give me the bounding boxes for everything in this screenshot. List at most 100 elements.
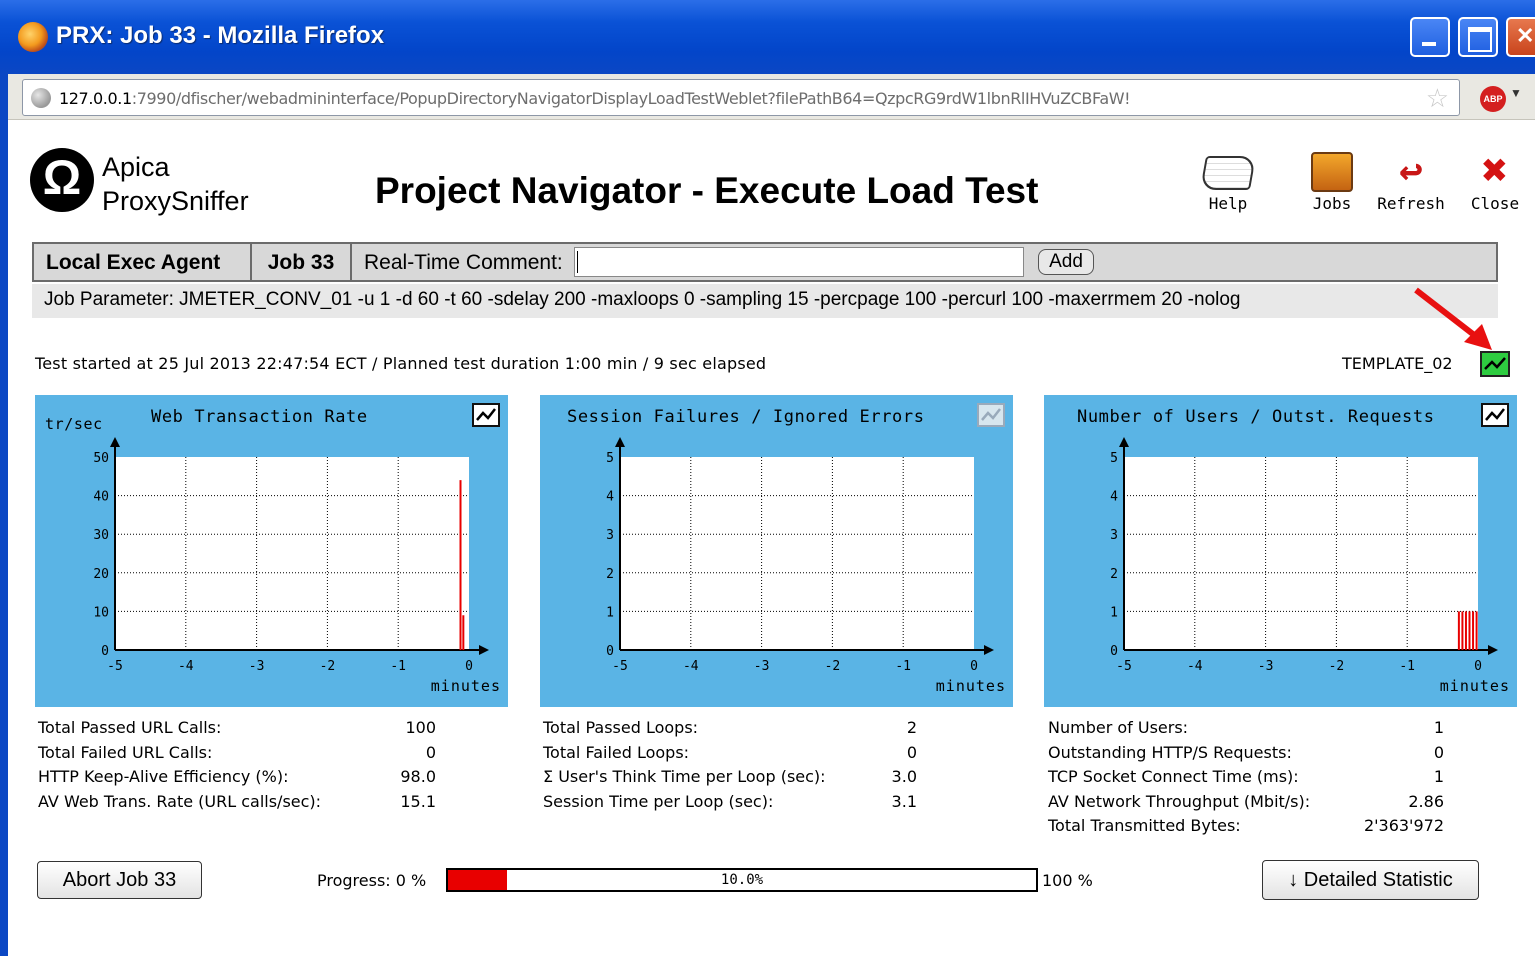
x-tick-label: -3	[1258, 659, 1274, 674]
stat-label: Number of Users:	[1048, 718, 1189, 737]
annotation-arrow	[1414, 287, 1492, 350]
title-bar: PRX: Job 33 - Mozilla Firefox	[0, 0, 1535, 74]
stat-value: 1	[1433, 718, 1444, 737]
job-label: Job 33	[252, 244, 352, 280]
y-tick-label: 3	[1110, 528, 1118, 543]
stat-label: AV Web Trans. Rate (URL calls/sec):	[38, 791, 322, 811]
y-tick-label: 3	[606, 528, 614, 543]
close-button[interactable]: ✖ Close	[1460, 148, 1530, 214]
x-tick-label: -4	[178, 659, 194, 674]
stat-row: Outstanding HTTP/S Requests: 0	[1048, 741, 1444, 766]
x-tick-label: 0	[970, 659, 978, 674]
globe-icon	[31, 88, 51, 108]
test-status: Test started at 25 Jul 2013 22:47:54 ECT…	[35, 354, 767, 373]
help-button[interactable]: Help	[1193, 148, 1263, 213]
y-tick-label: 30	[93, 528, 109, 543]
stat-value: 3.0	[891, 767, 917, 786]
y-tick-label: 50	[93, 451, 109, 466]
plot-area	[115, 457, 469, 650]
template-chart-button[interactable]	[1480, 351, 1510, 377]
chart-plot: 543210-5 -4 -3 -2 -1 0minutes	[1110, 437, 1510, 695]
progress-bar: 10.0%	[446, 868, 1038, 892]
chart-line-icon	[1484, 357, 1506, 370]
stat-row: Total Passed Loops: 2	[543, 716, 917, 741]
refresh-label: Refresh	[1377, 194, 1445, 213]
x-axis-arrow	[1488, 645, 1498, 655]
stat-label: Session Time per Loop (sec):	[543, 791, 774, 811]
comment-cell: Real-Time Comment: Add	[352, 244, 1496, 280]
stat-row: AV Network Throughput (Mbit/s): 2.86	[1048, 790, 1444, 815]
stat-value: 0	[425, 742, 436, 762]
abort-job-button[interactable]: Abort Job 33	[37, 861, 202, 899]
template-name: TEMPLATE_02	[1342, 354, 1453, 373]
chevron-down-icon[interactable]: ▼	[1510, 86, 1522, 100]
url-stats: Total Passed URL Calls: 100 Total Failed U…	[38, 716, 436, 814]
stat-row: Σ User's Think Time per Loop (sec): 3.0	[543, 765, 917, 790]
x-tick-label: -4	[1187, 659, 1203, 674]
url-field[interactable]: 127.0.0.1:7990/dfischer/webadmininterfac…	[22, 79, 1460, 116]
y-tick-label: 4	[1110, 490, 1118, 505]
user-stats: Number of Users: 1 Outstanding HTTP/S Requ…	[1048, 716, 1444, 839]
stat-label: Total Transmitted Bytes:	[1048, 816, 1241, 835]
stat-row: HTTP Keep-Alive Efficiency (%): 98.0	[38, 765, 436, 790]
y-tick-label: 5	[606, 451, 614, 466]
y-tick-label: 10	[93, 605, 109, 620]
stat-value: 2.86	[1408, 791, 1444, 811]
address-bar: 127.0.0.1:7990/dfischer/webadmininterfac…	[8, 74, 1535, 120]
stat-label: Σ User's Think Time per Loop (sec):	[543, 767, 826, 786]
x-axis-arrow	[984, 645, 994, 655]
stat-value: 15.1	[400, 791, 436, 811]
refresh-button[interactable]: ↩ Refresh	[1376, 148, 1446, 213]
stat-row: Total Failed Loops: 0	[543, 741, 917, 766]
job-parameter: Job Parameter: JMETER_CONV_01 -u 1 -d 60…	[32, 284, 1498, 318]
y-tick-label: 1	[606, 605, 614, 620]
x-axis-label: minutes	[936, 677, 1006, 695]
window-title: PRX: Job 33 - Mozilla Firefox	[56, 22, 385, 49]
bookmark-star-icon[interactable]: ☆	[1426, 83, 1449, 114]
stat-value: 0	[1433, 742, 1444, 762]
stat-label: HTTP Keep-Alive Efficiency (%):	[38, 767, 289, 786]
y-tick-label: 1	[1110, 605, 1118, 620]
y-axis-arrow	[615, 437, 625, 447]
window-close-button[interactable]	[1506, 17, 1535, 57]
minimize-button[interactable]	[1410, 17, 1450, 57]
y-tick-label: 0	[606, 644, 614, 659]
y-tick-label: 0	[101, 644, 109, 659]
x-tick-label: -3	[249, 659, 265, 674]
x-tick-label: 0	[1474, 659, 1482, 674]
jobs-button[interactable]: Jobs	[1297, 148, 1367, 213]
x-tick-label: -2	[825, 659, 841, 674]
stat-label: Total Failed URL Calls:	[38, 742, 213, 762]
comment-input[interactable]	[574, 247, 1024, 277]
logo-line1: Apica	[102, 152, 170, 182]
detailed-statistic-button[interactable]: ↓ Detailed Statistic	[1262, 860, 1479, 900]
y-tick-label: 5	[1110, 451, 1118, 466]
stat-label: Total Failed Loops:	[543, 742, 690, 762]
stat-row: Total Transmitted Bytes: 2'363'972	[1048, 814, 1444, 839]
maximize-button[interactable]	[1458, 17, 1498, 57]
stat-row: Total Failed URL Calls: 0	[38, 741, 436, 766]
x-axis-label: minutes	[1440, 677, 1510, 695]
exec-agent-label: Local Exec Agent	[34, 244, 252, 280]
adblock-icon[interactable]: ABP	[1480, 86, 1506, 112]
add-comment-button[interactable]: Add	[1038, 249, 1094, 275]
url-path: :7990/dfischer/webadmininterface/PopupDi…	[131, 89, 1131, 108]
y-axis-arrow	[1119, 437, 1129, 447]
browser-window: PRX: Job 33 - Mozilla Firefox 127.0.0.1:…	[0, 0, 1535, 956]
comment-label: Real-Time Comment:	[364, 251, 563, 274]
y-axis-arrow	[110, 437, 120, 447]
stat-value: 1	[1433, 767, 1444, 786]
x-axis-label: minutes	[431, 677, 501, 695]
stat-value: 100	[405, 718, 436, 737]
stat-value: 98.0	[400, 767, 436, 786]
firefox-icon	[18, 22, 48, 52]
progress-max-label: 100 %	[1042, 871, 1093, 890]
book-icon	[1200, 156, 1256, 190]
users-requests-chart: Number of Users / Outst. Requests 543210…	[1044, 395, 1517, 707]
y-tick-label: 20	[93, 567, 109, 582]
x-tick-label: -5	[1116, 659, 1132, 674]
help-label: Help	[1208, 194, 1248, 213]
close-label: Close	[1470, 194, 1520, 213]
x-tick-label: 0	[465, 659, 473, 674]
web-transaction-rate-chart: Web Transaction Rate tr/sec 50 40 30 20 10 0-…	[35, 395, 508, 707]
